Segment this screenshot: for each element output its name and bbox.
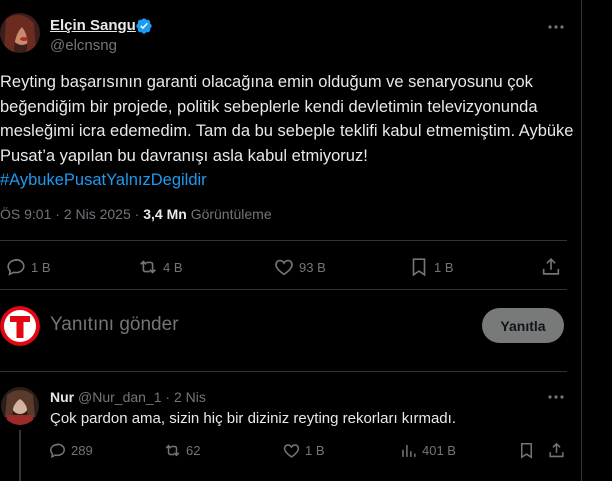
reply-like-count: 1 B bbox=[305, 443, 325, 458]
reply-views-action[interactable]: 401 B bbox=[399, 441, 456, 460]
reply-like-action[interactable]: 1 B bbox=[282, 441, 325, 460]
divider bbox=[0, 240, 567, 241]
divider bbox=[0, 371, 567, 372]
repost-action[interactable]: 4 B bbox=[137, 256, 183, 278]
thread-line bbox=[19, 430, 21, 481]
author-display-name[interactable]: Elçin Sangu bbox=[50, 17, 136, 34]
column-border bbox=[581, 0, 582, 481]
reply-bookmark-action[interactable] bbox=[517, 441, 536, 460]
share-icon bbox=[540, 256, 562, 278]
reply-count: 1 B bbox=[31, 259, 51, 275]
reply-more-icon[interactable] bbox=[546, 387, 566, 407]
reply-repost-action[interactable]: 62 bbox=[163, 441, 200, 460]
bookmark-icon bbox=[408, 256, 430, 278]
hashtag-link[interactable]: #AybukePusatYalnızDegildir bbox=[0, 171, 207, 189]
reply-compose-input[interactable] bbox=[50, 314, 430, 336]
like-count: 93 B bbox=[299, 259, 326, 275]
tweet-detail-column: Elçin Sangu @elcnsng Reyting başarısının… bbox=[0, 0, 581, 481]
reply-icon bbox=[48, 441, 67, 460]
tweet-body: Reyting başarısının garanti olacağına em… bbox=[0, 73, 574, 165]
more-icon[interactable] bbox=[546, 17, 566, 37]
reply-submit-button[interactable]: Yanıtla bbox=[482, 308, 564, 343]
reply-reply-count: 289 bbox=[71, 443, 93, 458]
repost-icon bbox=[137, 256, 159, 278]
reply-action[interactable]: 1 B bbox=[5, 256, 51, 278]
tweet-meta: ÖS 9:01 · 2 Nis 2025 · 3,4 Mn Görüntülem… bbox=[0, 206, 272, 222]
tweet-time[interactable]: ÖS 9:01 bbox=[0, 206, 51, 222]
reply-author-name[interactable]: Nur bbox=[50, 389, 74, 405]
reply-header: Nur @Nur_dan_1 · 2 Nis bbox=[50, 389, 206, 405]
verified-badge-icon bbox=[135, 17, 153, 35]
views-label: Görüntüleme bbox=[190, 206, 272, 222]
repost-icon bbox=[163, 441, 182, 460]
tweet-text: Reyting başarısının garanti olacağına em… bbox=[0, 70, 575, 193]
bookmark-icon bbox=[517, 441, 536, 460]
like-icon bbox=[282, 441, 301, 460]
reply-text: Çok pardon ama, sizin hiç bir diziniz re… bbox=[50, 410, 456, 427]
like-icon bbox=[273, 256, 295, 278]
reply-author-handle[interactable]: @Nur_dan_1 bbox=[78, 389, 162, 405]
repost-count: 4 B bbox=[163, 259, 183, 275]
tweet-date[interactable]: 2 Nis 2025 bbox=[64, 206, 131, 222]
reply-time[interactable]: 2 Nis bbox=[174, 389, 206, 405]
views-count: 3,4 Mn bbox=[143, 206, 187, 222]
author-handle[interactable]: @elcnsng bbox=[50, 37, 117, 54]
bookmark-count: 1 B bbox=[434, 259, 454, 275]
reply-views-count: 401 B bbox=[422, 443, 456, 458]
author-avatar[interactable] bbox=[0, 13, 40, 53]
views-icon bbox=[399, 441, 418, 460]
user-avatar-logo[interactable] bbox=[0, 306, 40, 346]
reply-share-action[interactable] bbox=[547, 441, 566, 460]
like-action[interactable]: 93 B bbox=[273, 256, 326, 278]
reply-repost-count: 62 bbox=[186, 443, 201, 458]
share-icon bbox=[547, 441, 566, 460]
share-action[interactable] bbox=[540, 256, 562, 278]
divider bbox=[0, 289, 567, 290]
bookmark-action[interactable]: 1 B bbox=[408, 256, 454, 278]
reply-author-avatar[interactable] bbox=[1, 387, 39, 425]
reply-icon bbox=[5, 256, 27, 278]
reply-reply-action[interactable]: 289 bbox=[48, 441, 93, 460]
